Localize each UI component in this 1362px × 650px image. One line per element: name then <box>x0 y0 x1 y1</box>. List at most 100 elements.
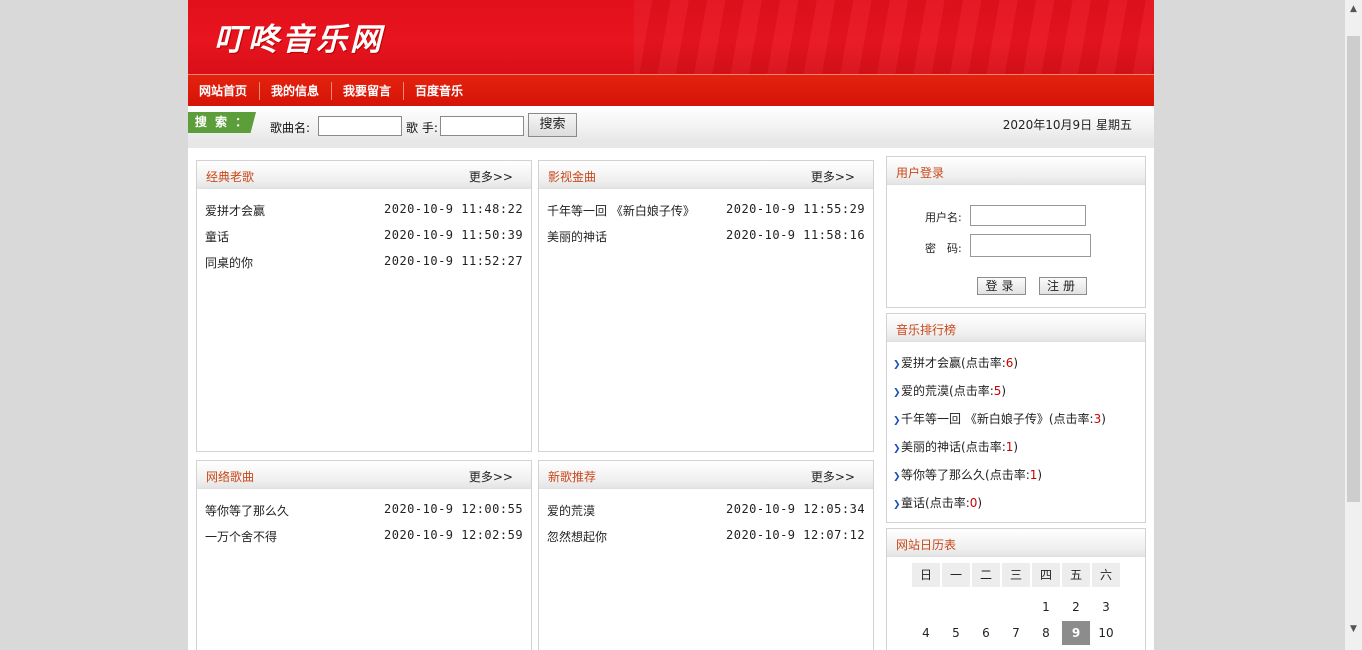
box-title: 网络歌曲 <box>206 470 255 484</box>
site-banner: 叮咚音乐网 <box>188 0 1154 74</box>
scroll-down-icon[interactable]: ▼ <box>1348 624 1359 635</box>
calendar-day[interactable]: 4 <box>912 621 940 645</box>
search-tag: 搜 索 ： <box>188 112 256 133</box>
search-button[interactable]: 搜索 <box>528 113 577 137</box>
username-input[interactable] <box>970 205 1086 226</box>
calendar-day[interactable]: 1 <box>1032 595 1060 619</box>
box-title: 用户登录 <box>896 166 945 180</box>
weekday-header: 二 <box>972 563 1000 587</box>
song-row: 等你等了那么久 2020-10-9 12:00:55 <box>197 502 531 524</box>
weekday-header: 六 <box>1092 563 1120 587</box>
more-link[interactable]: 更多>> <box>469 168 513 185</box>
ranking-item[interactable]: ❯等你等了那么久(点击率:1) <box>893 466 1042 483</box>
singer-label: 歌 手: <box>406 121 438 135</box>
category-box-internet: 网络歌曲 更多>> 等你等了那么久 2020-10-9 12:00:55 一万个… <box>196 460 532 650</box>
song-link[interactable]: 同桌的你 <box>205 254 253 271</box>
box-title: 音乐排行榜 <box>896 323 957 337</box>
song-row: 美丽的神话 2020-10-9 11:58:16 <box>539 228 873 250</box>
more-link[interactable]: 更多>> <box>469 468 513 485</box>
song-row: 爱的荒漠 2020-10-9 12:05:34 <box>539 502 873 524</box>
calendar-day-today[interactable]: 9 <box>1062 621 1090 645</box>
ranking-item[interactable]: ❯爱拼才会赢(点击率:6) <box>893 354 1018 371</box>
ranking-item[interactable]: ❯千年等一回 《新白娘子传》(点击率:3) <box>893 410 1106 427</box>
login-button[interactable]: 登录 <box>977 277 1026 295</box>
calendar-day[interactable]: 6 <box>972 621 1000 645</box>
category-box-classic: 经典老歌 更多>> 爱拼才会赢 2020-10-9 11:48:22 童话 20… <box>196 160 532 452</box>
more-link[interactable]: 更多>> <box>811 168 855 185</box>
current-date: 2020年10月9日 星期五 <box>1002 118 1132 132</box>
song-link[interactable]: 爱拼才会赢 <box>205 202 265 219</box>
song-link[interactable]: 美丽的神话 <box>547 228 607 245</box>
calendar-day[interactable]: 10 <box>1092 621 1120 645</box>
song-row: 忽然想起你 2020-10-9 12:07:12 <box>539 528 873 550</box>
song-link[interactable]: 千年等一回 《新白娘子传》 <box>547 202 695 219</box>
calendar-day[interactable]: 7 <box>1002 621 1030 645</box>
nav-divider <box>403 82 404 100</box>
song-row: 千年等一回 《新白娘子传》 2020-10-9 11:55:29 <box>539 202 873 224</box>
ranking-item[interactable]: ❯童话(点击率:0) <box>893 494 982 511</box>
calendar-day[interactable]: 3 <box>1092 595 1120 619</box>
song-row: 同桌的你 2020-10-9 11:52:27 <box>197 254 531 276</box>
box-header: 用户登录 <box>887 157 1145 185</box>
box-header: 影视金曲 更多>> <box>539 161 873 189</box>
song-time: 2020-10-9 12:00:55 <box>384 502 524 516</box>
arrow-icon: ❯ <box>893 472 901 482</box>
calendar-day[interactable]: 2 <box>1062 595 1090 619</box>
category-box-new: 新歌推荐 更多>> 爱的荒漠 2020-10-9 12:05:34 忽然想起你 … <box>538 460 874 650</box>
nav-home[interactable]: 网站首页 <box>199 75 247 106</box>
song-time: 2020-10-9 11:55:29 <box>726 202 866 216</box>
song-link[interactable]: 忽然想起你 <box>547 528 607 545</box>
box-title: 新歌推荐 <box>548 470 597 484</box>
box-header: 新歌推荐 更多>> <box>539 461 873 489</box>
song-time: 2020-10-9 12:07:12 <box>726 528 866 542</box>
arrow-icon: ❯ <box>893 388 901 398</box>
scroll-up-icon[interactable]: ▲ <box>1348 4 1359 15</box>
calendar-day[interactable]: 5 <box>942 621 970 645</box>
username-label: 用户名: <box>925 211 962 224</box>
box-title: 网站日历表 <box>896 538 957 552</box>
box-header: 经典老歌 更多>> <box>197 161 531 189</box>
arrow-icon: ❯ <box>893 444 901 454</box>
song-name-input[interactable] <box>318 116 402 136</box>
song-link[interactable]: 童话 <box>205 228 229 245</box>
nav-leave-message[interactable]: 我要留言 <box>343 75 391 106</box>
song-name-label: 歌曲名: <box>270 121 311 135</box>
song-link[interactable]: 爱的荒漠 <box>547 502 595 519</box>
weekday-header: 三 <box>1002 563 1030 587</box>
song-link[interactable]: 一万个舍不得 <box>205 528 277 545</box>
box-title: 经典老歌 <box>206 170 255 184</box>
weekday-header: 五 <box>1062 563 1090 587</box>
nav-divider <box>331 82 332 100</box>
song-row: 童话 2020-10-9 11:50:39 <box>197 228 531 250</box>
category-box-film: 影视金曲 更多>> 千年等一回 《新白娘子传》 2020-10-9 11:55:… <box>538 160 874 452</box>
ranking-item[interactable]: ❯爱的荒漠(点击率:5) <box>893 382 1006 399</box>
page: 叮咚音乐网 网站首页 我的信息 我要留言 百度音乐 搜 索 ： 歌曲名: 歌 手… <box>188 0 1154 650</box>
song-row: 爱拼才会赢 2020-10-9 11:48:22 <box>197 202 531 224</box>
main-nav: 网站首页 我的信息 我要留言 百度音乐 <box>188 74 1154 106</box>
weekday-header: 日 <box>912 563 940 587</box>
song-time: 2020-10-9 11:52:27 <box>384 254 524 268</box>
song-row: 一万个舍不得 2020-10-9 12:02:59 <box>197 528 531 550</box>
vertical-scrollbar[interactable]: ▲ ▼ <box>1345 0 1362 650</box>
register-button[interactable]: 注册 <box>1039 277 1087 295</box>
song-time: 2020-10-9 12:05:34 <box>726 502 866 516</box>
nav-my-info[interactable]: 我的信息 <box>271 75 319 106</box>
box-title: 影视金曲 <box>548 170 597 184</box>
box-header: 网站日历表 <box>887 529 1145 557</box>
arrow-icon: ❯ <box>893 416 901 426</box>
weekday-header: 一 <box>942 563 970 587</box>
song-time: 2020-10-9 11:48:22 <box>384 202 524 216</box>
song-link[interactable]: 等你等了那么久 <box>205 502 289 519</box>
calendar-box: 网站日历表 日 一 二 三 四 五 六 1 2 3 4 5 6 7 8 9 10 <box>886 528 1146 650</box>
ranking-item[interactable]: ❯美丽的神话(点击率:1) <box>893 438 1018 455</box>
password-input[interactable] <box>970 234 1091 257</box>
password-label: 密 码: <box>925 242 962 255</box>
divider-strip <box>188 142 1154 148</box>
more-link[interactable]: 更多>> <box>811 468 855 485</box>
nav-baidu-music[interactable]: 百度音乐 <box>415 75 463 106</box>
site-logo[interactable]: 叮咚音乐网 <box>214 14 384 59</box>
calendar-day[interactable]: 8 <box>1032 621 1060 645</box>
ranking-box: 音乐排行榜 ❯爱拼才会赢(点击率:6) ❯爱的荒漠(点击率:5) ❯千年等一回 … <box>886 313 1146 523</box>
singer-input[interactable] <box>440 116 524 136</box>
scroll-thumb[interactable] <box>1347 36 1360 502</box>
